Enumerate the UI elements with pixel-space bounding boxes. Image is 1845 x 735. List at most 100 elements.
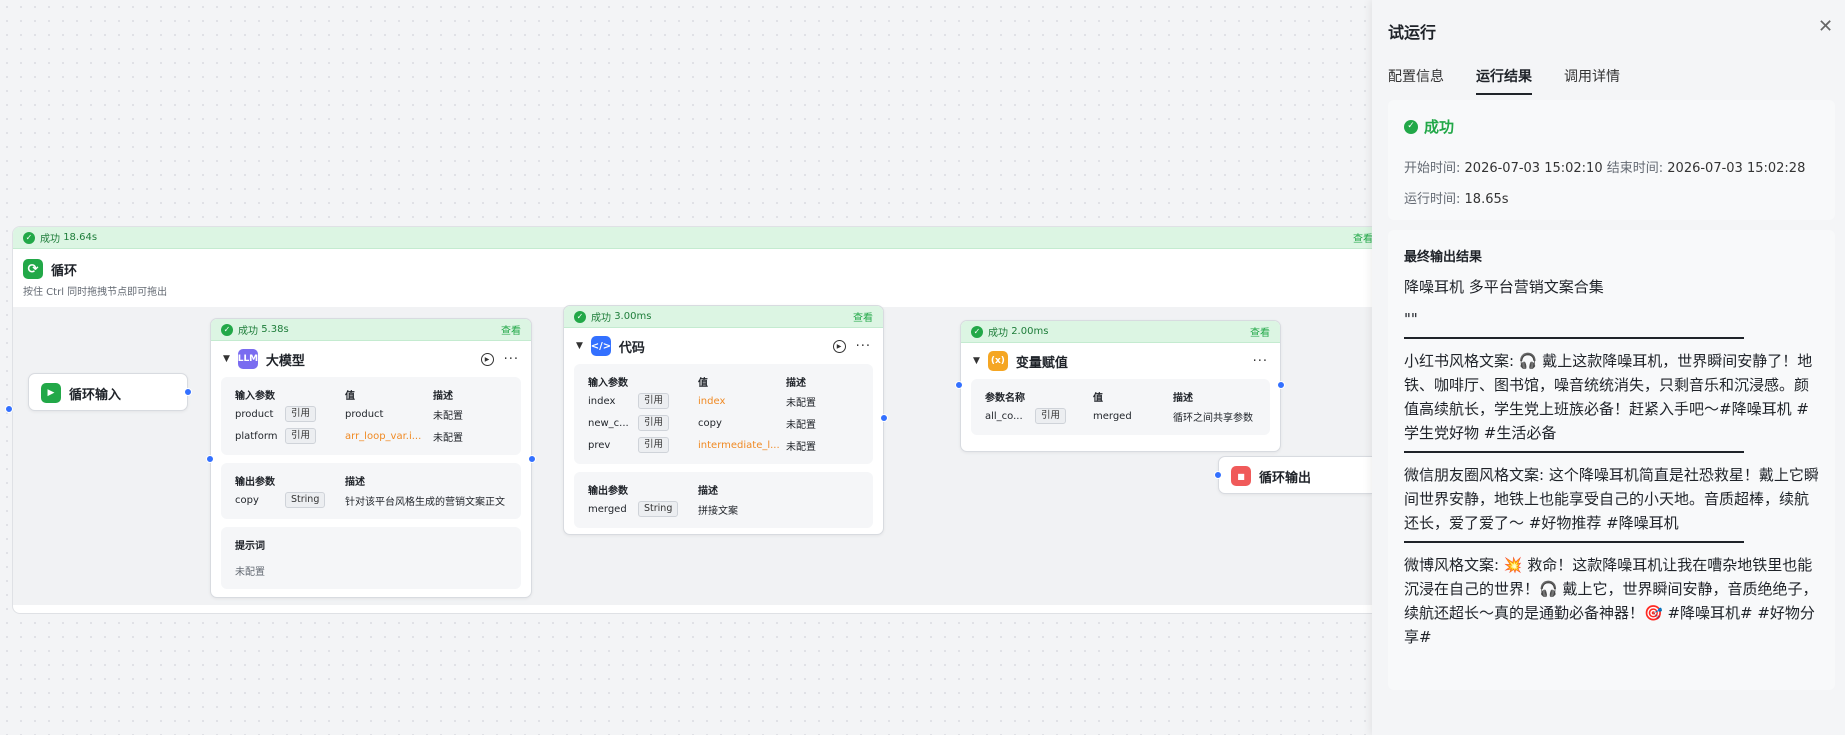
test-run-panel: 试运行 ✕ 配置信息 运行结果 调用详情 ✓ 成功 开始时间: 2026-07-… — [1372, 0, 1845, 735]
param-value: merged — [1093, 410, 1132, 422]
col-header: 描述 — [433, 390, 453, 402]
param-desc: 循环之间共享参数 — [1173, 412, 1253, 424]
loop-output-in-port[interactable] — [1214, 471, 1222, 479]
end-label: 结束时间: — [1606, 161, 1664, 176]
loop-header: ⟳ 循环 — [13, 249, 1383, 283]
final-output-text[interactable]: 降噪耳机 多平台营销文案合集 "" 小红书风格文案: 🎧 戴上这款降噪耳机，世界… — [1404, 275, 1821, 649]
output-paragraph: 微博风格文案: 💥 救命！这款降噪耳机让我在嘈杂地铁里也能沉浸在自己的世界！🎧 … — [1404, 556, 1818, 646]
param-desc: 未配置 — [786, 419, 816, 431]
code-out-port[interactable] — [880, 414, 888, 422]
param-value: product — [345, 408, 384, 420]
start-label: 开始时间: — [1404, 161, 1461, 176]
ref-tag: 引用 — [1035, 408, 1067, 424]
loop-input-out-port[interactable] — [184, 388, 192, 396]
collapse-caret-icon[interactable]: ▼ — [973, 356, 980, 366]
llm-prompt-section: 提示词 未配置 — [221, 527, 521, 589]
loop-view-link[interactable]: 查看 — [1353, 230, 1373, 245]
final-output-title: 最终输出结果 — [1404, 250, 1483, 265]
more-icon[interactable]: ··· — [856, 339, 871, 354]
col-header: 输入参数 — [235, 390, 275, 402]
tab-config[interactable]: 配置信息 — [1388, 66, 1444, 95]
param-desc: 拼接文案 — [698, 505, 738, 517]
var-title: 变量赋值 — [1015, 355, 1068, 371]
collapse-caret-icon[interactable]: ▼ — [223, 354, 230, 364]
run-value: 18.65s — [1464, 192, 1509, 207]
var-in-port[interactable] — [955, 381, 963, 389]
collapse-caret-icon[interactable]: ▼ — [576, 341, 583, 351]
table-row[interactable]: product 引用 product 未配置 — [235, 403, 507, 425]
divider — [1404, 451, 1744, 453]
col-header: 描述 — [698, 485, 718, 497]
param-desc: 针对该平台风格生成的营销文案正文 — [345, 496, 505, 508]
ref-tag: 引用 — [285, 428, 317, 444]
run-summary-card: ✓ 成功 开始时间: 2026-07-03 15:02:10 结束时间: 202… — [1388, 100, 1835, 220]
col-header: 描述 — [786, 377, 806, 389]
panel-tabs: 配置信息 运行结果 调用详情 — [1388, 66, 1620, 95]
run-duration: 运行时间: 18.65s — [1404, 188, 1819, 207]
loop-status-bar: ✓ 成功 18.64s 查看 — [13, 227, 1383, 249]
param-name: copy — [235, 494, 259, 506]
run-node-icon[interactable]: ▶ — [832, 339, 846, 353]
code-time: 3.00ms — [614, 311, 652, 322]
tab-result[interactable]: 运行结果 — [1476, 66, 1532, 95]
param-name: index — [588, 395, 616, 407]
close-icon[interactable]: ✕ — [1818, 16, 1833, 37]
end-value: 2026-07-03 15:02:28 — [1667, 161, 1806, 176]
llm-view-link[interactable]: 查看 — [501, 322, 521, 337]
type-tag: String — [285, 492, 326, 508]
tab-call-detail[interactable]: 调用详情 — [1564, 66, 1620, 95]
code-outputs-section: 输出参数 描述 merged String 拼接文案 — [574, 472, 873, 528]
var-assign-node[interactable]: ✓ 成功 2.00ms 查看 ▼ (x) 变量赋值 ··· 参数名称 值 描述 … — [960, 320, 1281, 452]
param-value: index — [698, 395, 726, 407]
param-value: copy — [698, 417, 722, 429]
loop-output-node[interactable]: ■ 循环输出 — [1218, 456, 1372, 494]
table-row[interactable]: merged String 拼接文案 — [588, 498, 859, 520]
loop-input-node[interactable]: ▶ 循环输入 — [28, 373, 188, 411]
param-desc: 未配置 — [786, 397, 816, 409]
param-name: platform — [235, 430, 278, 442]
divider — [1404, 337, 1744, 339]
col-header: 输入参数 — [588, 377, 628, 389]
table-row[interactable]: copy String 针对该平台风格生成的营销文案正文 — [235, 489, 507, 511]
llm-time: 5.38s — [261, 324, 289, 335]
var-view-link[interactable]: 查看 — [1250, 324, 1270, 339]
code-status-bar: ✓ 成功 3.00ms 查看 — [564, 306, 883, 328]
ref-tag: 引用 — [638, 437, 670, 453]
var-out-port[interactable] — [1277, 381, 1285, 389]
output-quote: "" — [1404, 310, 1418, 328]
play-icon: ▶ — [41, 383, 61, 403]
table-row[interactable]: prev 引用 intermediate_l... 未配置 — [588, 434, 859, 456]
output-heading: 降噪耳机 多平台营销文案合集 — [1404, 278, 1604, 296]
divider — [1404, 541, 1744, 543]
col-header: 值 — [698, 377, 708, 389]
more-icon[interactable]: ··· — [504, 352, 519, 367]
param-value: intermediate_l... — [698, 439, 780, 451]
run-node-icon[interactable]: ▶ — [480, 352, 494, 366]
llm-out-port[interactable] — [528, 455, 536, 463]
param-name: all_co... — [985, 410, 1023, 422]
code-node[interactable]: ✓ 成功 3.00ms 查看 ▼ </> 代码 ▶ ··· 输入参数 值 描述 … — [563, 305, 884, 535]
table-row[interactable]: new_c... 引用 copy 未配置 — [588, 412, 859, 434]
run-status: ✓ 成功 — [1404, 116, 1819, 137]
table-row[interactable]: index 引用 index 未配置 — [588, 390, 859, 412]
check-icon: ✓ — [23, 231, 35, 244]
loop-input-port[interactable] — [5, 405, 13, 413]
table-row[interactable]: platform 引用 arr_loop_var.i... 未配置 — [235, 425, 507, 447]
llm-inputs-section: 输入参数 值 描述 product 引用 product 未配置 platfor… — [221, 377, 521, 455]
llm-outputs-section: 输出参数 描述 copy String 针对该平台风格生成的营销文案正文 — [221, 463, 521, 519]
col-header: 描述 — [1173, 392, 1193, 404]
prompt-value: 未配置 — [235, 566, 265, 578]
ref-tag: 引用 — [285, 406, 317, 422]
table-row[interactable]: all_co... 引用 merged 循环之间共享参数 — [985, 405, 1256, 427]
output-paragraph: 微信朋友圈风格文案: 这个降噪耳机简直是社恐救星！戴上它瞬间世界安静，地铁上也能… — [1404, 466, 1819, 532]
code-title: 代码 — [618, 340, 645, 356]
more-icon[interactable]: ··· — [1253, 354, 1268, 369]
code-status: 成功 — [591, 313, 611, 324]
output-paragraph: 小红书风格文案: 🎧 戴上这款降噪耳机，世界瞬间安静了！地铁、咖啡厅、图书馆，噪… — [1404, 352, 1813, 442]
code-view-link[interactable]: 查看 — [853, 309, 873, 324]
llm-node[interactable]: ✓ 成功 5.38s 查看 ▼ LLM 大模型 ▶ ··· 输入参数 值 描述 … — [210, 318, 532, 598]
llm-status: 成功 — [238, 326, 258, 337]
prompt-label: 提示词 — [235, 540, 265, 552]
param-desc: 未配置 — [433, 432, 463, 444]
llm-in-port[interactable] — [206, 455, 214, 463]
